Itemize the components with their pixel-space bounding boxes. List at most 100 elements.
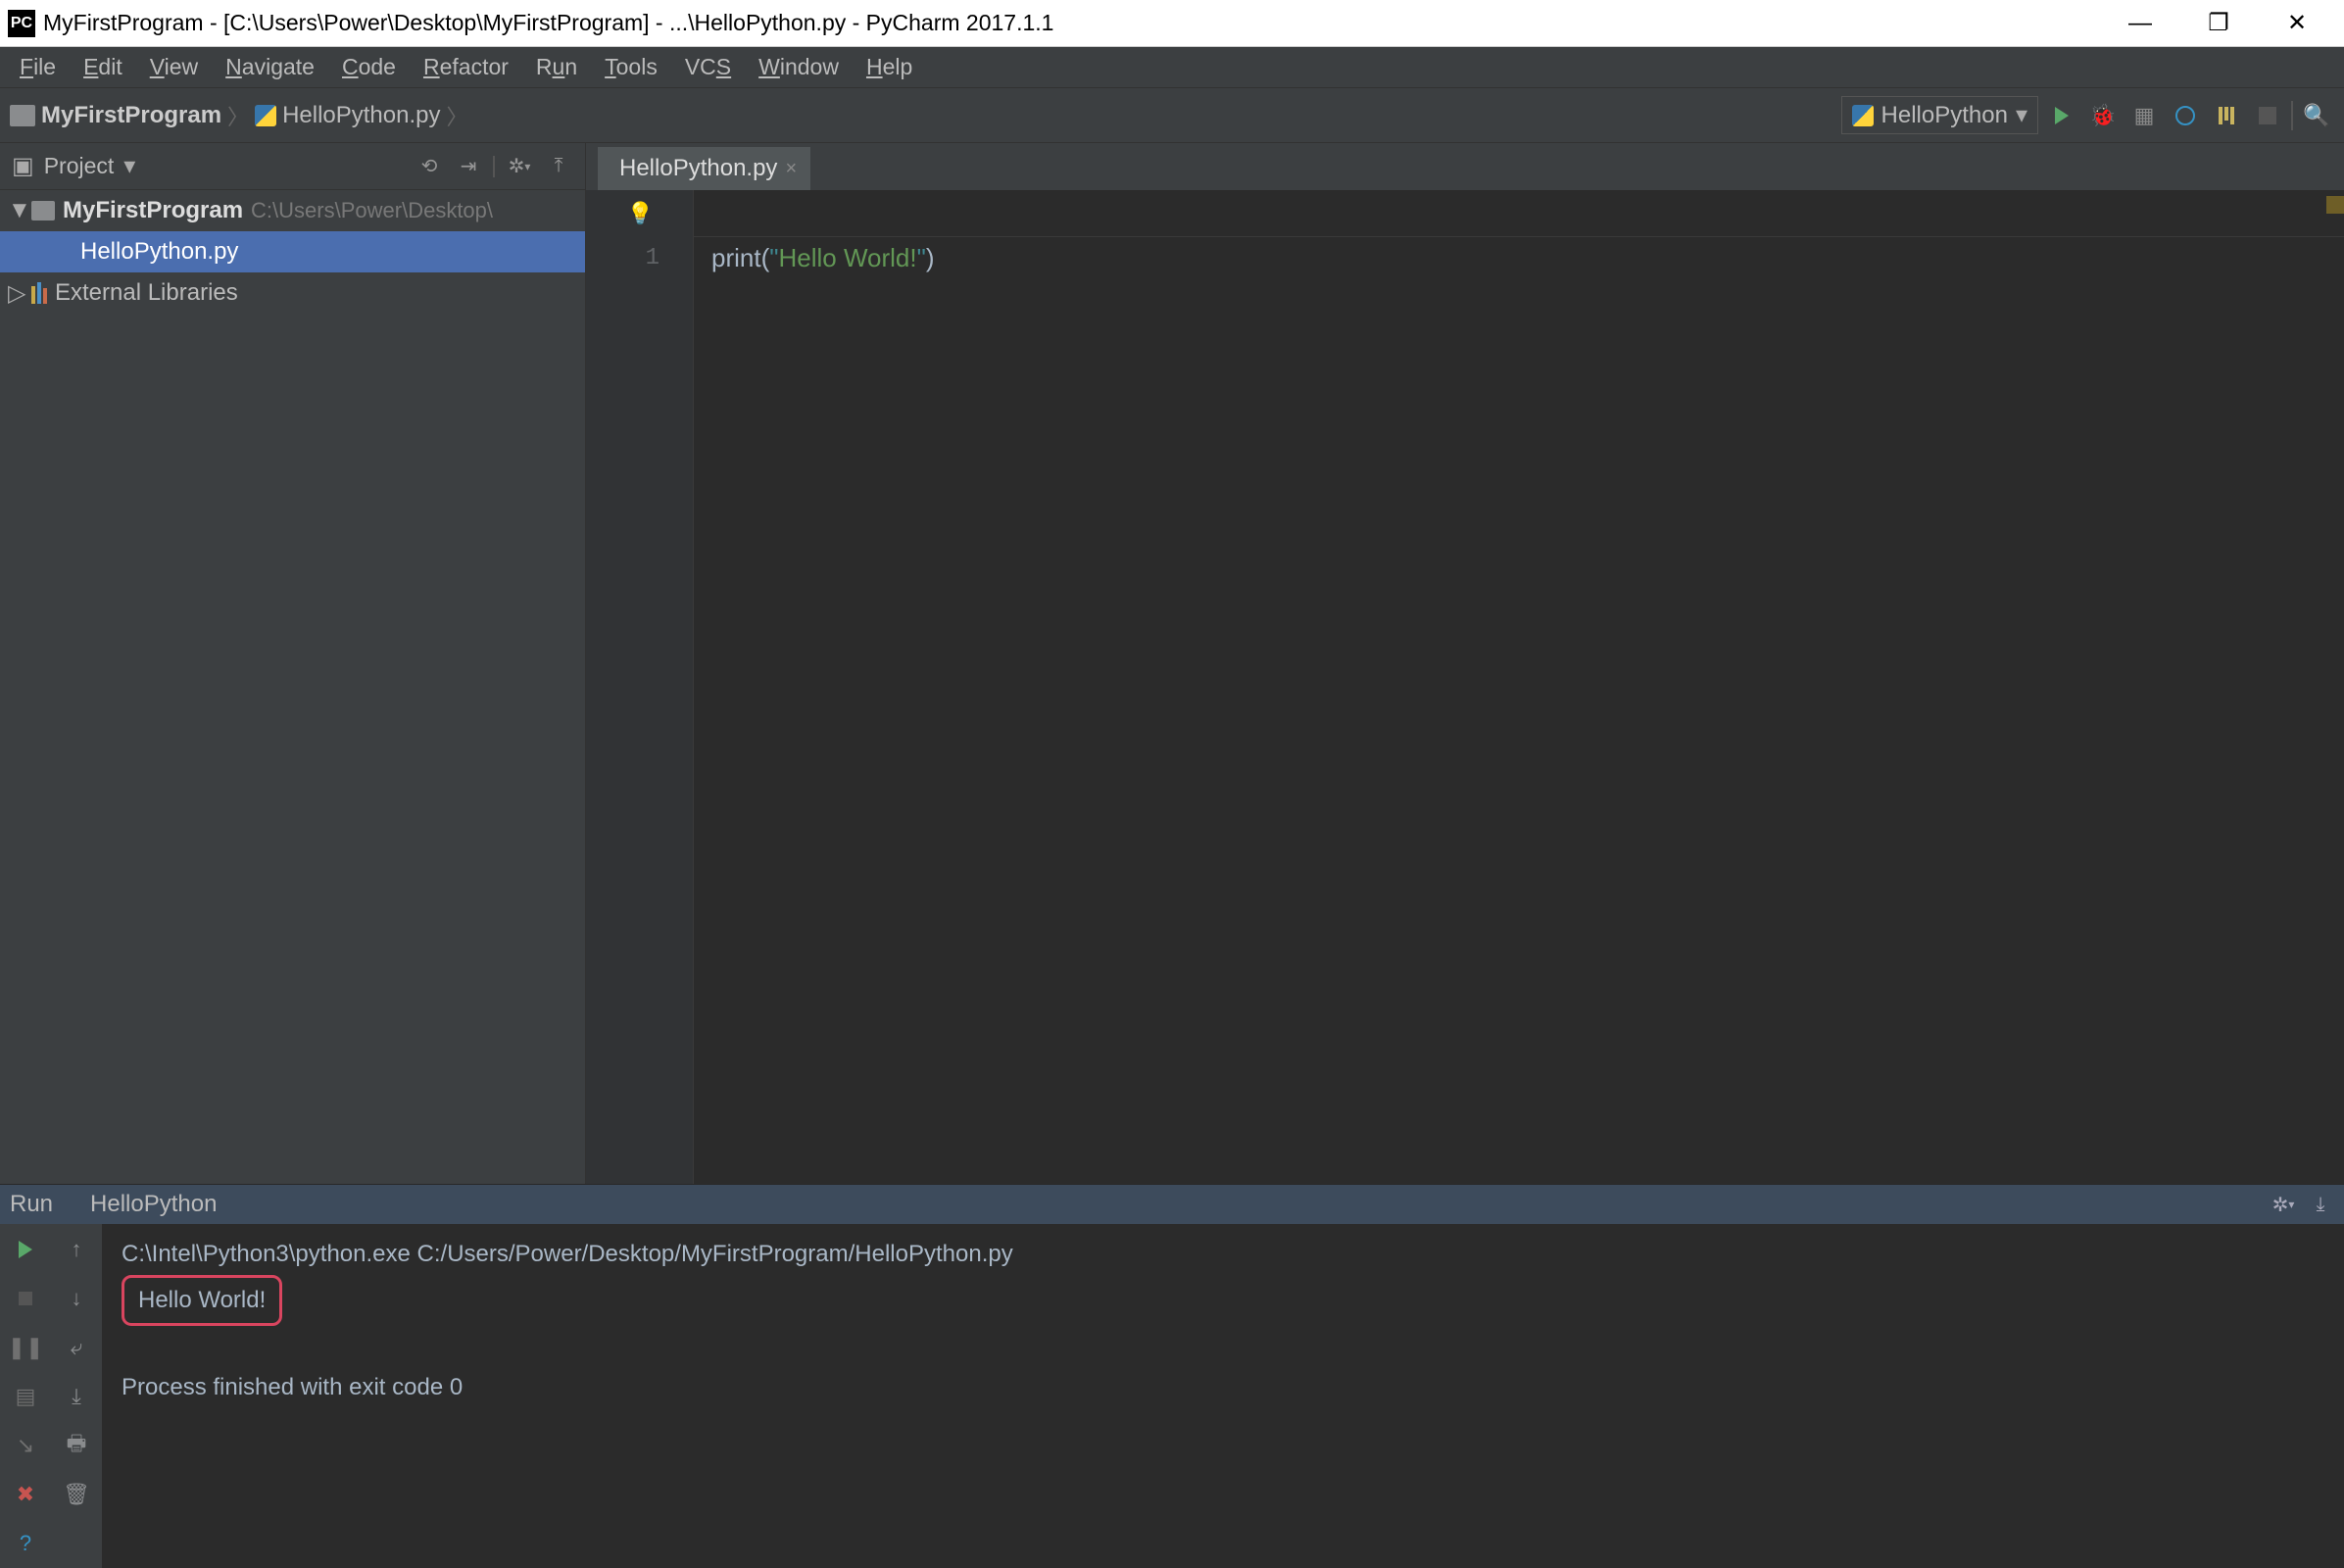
project-sidebar: ▣ Project ▾ ⟲ ⇥ ✲▾ ⤒ ▼ MyFirstProgram C:…	[0, 143, 586, 1184]
console-exit-line: Process finished with exit code 0	[122, 1367, 2324, 1408]
console-output[interactable]: C:\Intel\Python3\python.exe C:/Users/Pow…	[102, 1224, 2344, 1568]
editor-body[interactable]: 💡 1 print ( " Hello World! " )	[586, 190, 2344, 1184]
python-file-icon	[255, 105, 276, 126]
run-panel-body: ❚❚ ▤ ↘ ✖ ? ↑ ↓ ⤶ ⤓ 🖶 🗑 C:\Intel\Python3\…	[0, 1224, 2344, 1568]
code-quote: "	[769, 243, 778, 273]
tree-root-path: C:\Users\Power\Desktop\	[251, 198, 493, 223]
menu-run[interactable]: Run	[522, 50, 591, 84]
coverage-button[interactable]: ▦	[2126, 98, 2162, 133]
project-view-icon: ▣	[12, 152, 34, 180]
code-fn: print	[711, 243, 761, 273]
breadcrumb-separator: 〉	[227, 100, 249, 131]
python-file-icon	[63, 1196, 80, 1213]
run-config-label: HelloPython	[1881, 102, 2008, 129]
editor-gutter: 💡 1	[586, 190, 694, 1184]
menu-edit[interactable]: Edit	[70, 50, 136, 84]
print-button[interactable]: 🖶	[61, 1430, 92, 1461]
hide-panel-button[interactable]: ⤒	[544, 152, 573, 181]
restore-layout-button[interactable]: ↘	[10, 1430, 41, 1461]
main-area: ▣ Project ▾ ⟲ ⇥ ✲▾ ⤒ ▼ MyFirstProgram C:…	[0, 143, 2344, 1184]
editor-area: HelloPython.py × 💡 1 print ( " Hello Wor…	[586, 143, 2344, 1184]
intention-bulb-icon[interactable]: 💡	[627, 201, 654, 226]
menu-help[interactable]: Help	[853, 50, 926, 84]
code-string: Hello World!	[778, 243, 916, 273]
tree-file[interactable]: HelloPython.py	[0, 231, 585, 272]
up-stack-button: ↑	[61, 1234, 92, 1265]
soft-wrap-button[interactable]: ⤶	[61, 1332, 92, 1363]
code-paren: )	[926, 243, 935, 273]
minimize-button[interactable]: —	[2101, 3, 2179, 44]
play-icon	[2055, 107, 2069, 124]
line-number: 1	[586, 237, 693, 278]
console-command-line: C:\Intel\Python3\python.exe C:/Users/Pow…	[122, 1234, 2324, 1275]
code-quote: "	[917, 243, 926, 273]
close-tab-icon[interactable]: ×	[785, 158, 797, 180]
window-titlebar: PC MyFirstProgram - [C:\Users\Power\Desk…	[0, 0, 2344, 47]
rerun-button[interactable]	[10, 1234, 41, 1265]
project-tree[interactable]: ▼ MyFirstProgram C:\Users\Power\Desktop\…	[0, 190, 585, 1184]
run-tool-window: Run HelloPython ✲▾ ⤓ ❚❚ ▤ ↘ ✖ ? ↑ ↓ ⤶ ⤓ …	[0, 1184, 2344, 1568]
editor-tabs: HelloPython.py ×	[586, 143, 2344, 190]
python-file-icon	[1852, 105, 1874, 126]
close-button[interactable]: ✖	[10, 1479, 41, 1510]
stop-button	[2250, 98, 2285, 133]
dropdown-icon: ▾	[2016, 101, 2027, 129]
stop-icon	[19, 1292, 32, 1305]
menu-file[interactable]: File	[6, 50, 70, 84]
dump-threads-button[interactable]: ▤	[10, 1381, 41, 1412]
project-panel-header: ▣ Project ▾ ⟲ ⇥ ✲▾ ⤒	[0, 143, 585, 190]
update-button[interactable]	[2168, 98, 2203, 133]
breadcrumb[interactable]: MyFirstProgram	[10, 102, 221, 129]
pause-button: ❚❚	[10, 1332, 41, 1363]
settings-button[interactable]: ✲▾	[505, 152, 534, 181]
menu-code[interactable]: Code	[328, 50, 410, 84]
library-icon	[31, 282, 47, 304]
code-area[interactable]: print ( " Hello World! " )	[694, 190, 2344, 1184]
expand-icon[interactable]: ▷	[8, 279, 24, 308]
tree-external-libs[interactable]: ▷ External Libraries	[0, 272, 585, 314]
breadcrumb-file[interactable]: HelloPython.py	[255, 102, 440, 129]
menu-view[interactable]: View	[136, 50, 212, 84]
collapse-all-button[interactable]: ⇥	[454, 152, 483, 181]
maximize-button[interactable]: ❐	[2179, 3, 2258, 44]
breadcrumb-separator: 〉	[447, 100, 468, 131]
scroll-to-end-button[interactable]: ⤓	[61, 1381, 92, 1412]
debug-button[interactable]: 🐞	[2085, 98, 2121, 133]
menu-vcs[interactable]: VCS	[671, 50, 745, 84]
run-config-selector[interactable]: HelloPython ▾	[1841, 96, 2038, 134]
menu-navigate[interactable]: Navigate	[212, 50, 328, 84]
tree-root[interactable]: ▼ MyFirstProgram C:\Users\Power\Desktop\	[0, 190, 585, 231]
settings-button[interactable]: ✲▾	[2270, 1191, 2297, 1218]
stop-icon	[2259, 107, 2276, 124]
structure-button[interactable]	[2209, 98, 2244, 133]
close-button[interactable]: ✕	[2258, 3, 2336, 44]
menu-tools[interactable]: Tools	[591, 50, 671, 84]
dropdown-icon[interactable]: ▾	[123, 152, 135, 180]
help-button[interactable]: ?	[10, 1528, 41, 1559]
scroll-from-source-button[interactable]: ⟲	[415, 152, 444, 181]
search-icon: 🔍	[2303, 103, 2329, 128]
clear-all-button[interactable]: 🗑	[61, 1479, 92, 1510]
run-button[interactable]	[2044, 98, 2079, 133]
search-everywhere-button[interactable]: 🔍	[2299, 98, 2334, 133]
structure-icon	[2219, 107, 2234, 124]
code-line[interactable]: print ( " Hello World! " )	[694, 237, 2344, 278]
expand-icon[interactable]: ▼	[8, 197, 24, 224]
tree-file-label: HelloPython.py	[80, 238, 238, 266]
code-paren: (	[761, 243, 770, 273]
hide-panel-button[interactable]: ⤓	[2307, 1191, 2334, 1218]
bug-icon: 🐞	[2089, 103, 2116, 128]
folder-icon	[10, 105, 35, 126]
error-stripe-mark[interactable]	[2326, 196, 2344, 214]
editor-tab-label: HelloPython.py	[619, 155, 777, 182]
update-icon	[2175, 106, 2195, 125]
tree-root-label: MyFirstProgram	[63, 197, 243, 224]
run-panel-header[interactable]: Run HelloPython ✲▾ ⤓	[0, 1185, 2344, 1224]
run-toolbar-left: ❚❚ ▤ ↘ ✖ ?	[0, 1224, 51, 1568]
menu-window[interactable]: Window	[745, 50, 853, 84]
run-toolbar-right: ↑ ↓ ⤶ ⤓ 🖶 🗑	[51, 1224, 102, 1568]
down-stack-button: ↓	[61, 1283, 92, 1314]
menu-refactor[interactable]: Refactor	[410, 50, 522, 84]
project-panel-title[interactable]: Project	[44, 153, 115, 179]
editor-tab[interactable]: HelloPython.py ×	[598, 147, 810, 190]
